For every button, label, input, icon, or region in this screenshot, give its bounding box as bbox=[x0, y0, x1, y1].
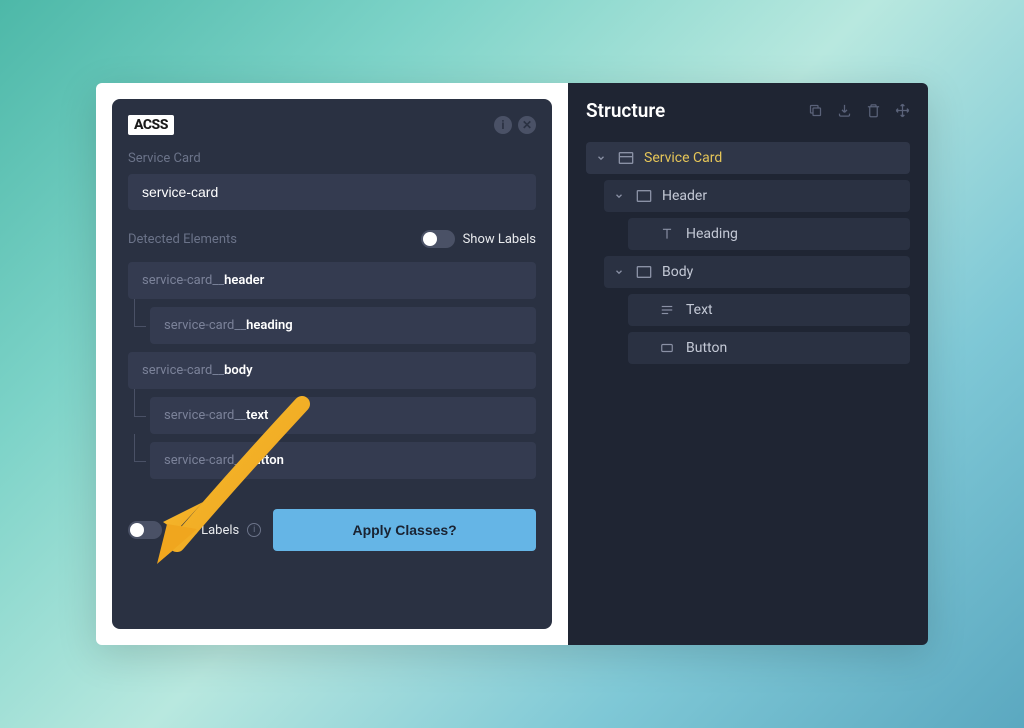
apply-classes-button[interactable]: Apply Classes? bbox=[273, 509, 536, 551]
structure-toolbar bbox=[808, 103, 910, 118]
chevron-down-icon[interactable] bbox=[614, 267, 626, 277]
tree-item-button[interactable]: Button bbox=[628, 332, 910, 364]
container-icon bbox=[636, 189, 652, 203]
sync-labels-text: Sync Labels bbox=[170, 523, 239, 538]
close-icon[interactable]: ✕ bbox=[518, 116, 536, 134]
app-container: ACSS i ✕ Service Card Detected Elements … bbox=[96, 83, 928, 645]
trash-icon[interactable] bbox=[866, 103, 881, 118]
button-icon bbox=[660, 342, 676, 354]
help-icon[interactable]: i bbox=[247, 523, 261, 537]
element-suffix: header bbox=[224, 273, 264, 288]
element-item-heading[interactable]: service-card__heading bbox=[150, 307, 536, 344]
structure-header: Structure bbox=[586, 99, 910, 122]
tree-item-heading[interactable]: Heading bbox=[628, 218, 910, 250]
show-labels-toggle-group: Show Labels bbox=[421, 230, 536, 248]
info-icon[interactable]: i bbox=[494, 116, 512, 134]
detected-elements-label: Detected Elements bbox=[128, 232, 237, 247]
tree-label: Heading bbox=[686, 226, 738, 242]
sync-labels-toggle[interactable] bbox=[128, 521, 162, 539]
acss-header: ACSS i ✕ bbox=[128, 115, 536, 135]
toggle-knob bbox=[130, 523, 144, 537]
acss-header-icons: i ✕ bbox=[494, 116, 536, 134]
class-name-input[interactable] bbox=[128, 174, 536, 210]
toggle-knob bbox=[423, 232, 437, 246]
heading-icon bbox=[660, 227, 676, 241]
element-prefix: service-card__ bbox=[164, 318, 246, 333]
tree-label: Header bbox=[662, 188, 707, 204]
chevron-down-icon[interactable] bbox=[596, 153, 608, 163]
structure-tree: Service Card Header Heading bbox=[586, 142, 910, 364]
element-suffix: heading bbox=[246, 318, 293, 333]
tree-label: Text bbox=[686, 302, 713, 318]
element-suffix: body bbox=[224, 363, 252, 378]
sync-labels-group: Sync Labels i bbox=[128, 521, 261, 539]
element-prefix: service-card__ bbox=[142, 273, 224, 288]
element-prefix: service-card__ bbox=[164, 408, 246, 423]
element-item-header[interactable]: service-card__header bbox=[128, 262, 536, 299]
tree-item-body[interactable]: Body bbox=[604, 256, 910, 288]
tree-item-header[interactable]: Header bbox=[604, 180, 910, 212]
element-suffix: text bbox=[246, 408, 268, 423]
acss-inner: ACSS i ✕ Service Card Detected Elements … bbox=[112, 99, 552, 629]
element-item-button[interactable]: service-card__button bbox=[150, 442, 536, 479]
acss-panel: ACSS i ✕ Service Card Detected Elements … bbox=[96, 83, 568, 645]
element-item-text[interactable]: service-card__text bbox=[150, 397, 536, 434]
tree-label: Body bbox=[662, 264, 693, 280]
tree-item-text[interactable]: Text bbox=[628, 294, 910, 326]
tree-item-service-card[interactable]: Service Card bbox=[586, 142, 910, 174]
move-icon[interactable] bbox=[895, 103, 910, 118]
element-list: service-card__header service-card__headi… bbox=[128, 262, 536, 479]
chevron-down-icon[interactable] bbox=[614, 191, 626, 201]
footer-row: Sync Labels i Apply Classes? bbox=[128, 509, 536, 551]
structure-panel: Structure bbox=[568, 83, 928, 645]
tree-label: Service Card bbox=[644, 150, 722, 166]
service-card-label: Service Card bbox=[128, 151, 536, 166]
copy-icon[interactable] bbox=[808, 103, 823, 118]
structure-title: Structure bbox=[586, 99, 665, 122]
tree-label: Button bbox=[686, 340, 727, 356]
show-labels-toggle[interactable] bbox=[421, 230, 455, 248]
text-icon bbox=[660, 304, 676, 316]
element-suffix: button bbox=[246, 453, 284, 468]
element-prefix: service-card__ bbox=[142, 363, 224, 378]
container-icon bbox=[618, 151, 634, 165]
detected-row: Detected Elements Show Labels bbox=[128, 230, 536, 248]
container-icon bbox=[636, 265, 652, 279]
show-labels-text: Show Labels bbox=[463, 232, 536, 247]
element-item-body[interactable]: service-card__body bbox=[128, 352, 536, 389]
acss-logo: ACSS bbox=[128, 115, 174, 135]
download-icon[interactable] bbox=[837, 103, 852, 118]
element-prefix: service-card__ bbox=[164, 453, 246, 468]
